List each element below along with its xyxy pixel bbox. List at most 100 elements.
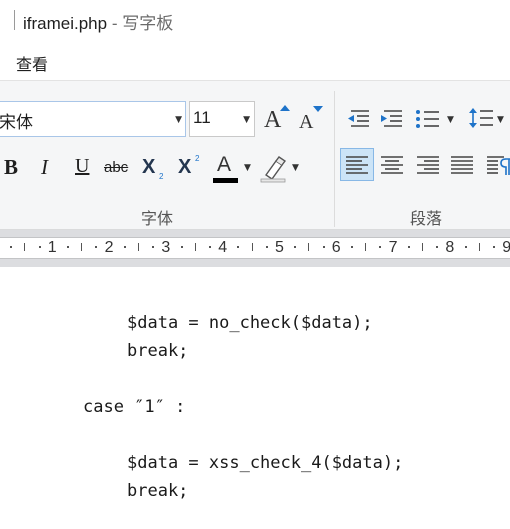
ruler-band — [0, 237, 510, 259]
title-bar: iframei.php - 写字板 — [0, 0, 510, 42]
ruler-tick — [422, 243, 423, 251]
ruler-number: 5 — [275, 239, 284, 256]
ruler-tick — [138, 243, 139, 251]
strikethrough-icon: abc — [104, 159, 129, 176]
superscript-button[interactable]: X2 — [176, 151, 206, 185]
ruler-tick — [81, 243, 83, 251]
decrease-indent-button[interactable] — [345, 108, 371, 130]
underline-icon: U — [75, 155, 90, 177]
shrink-font-icon: A — [299, 111, 314, 133]
subscript-button[interactable]: X2 — [140, 151, 170, 185]
ruler-dot — [294, 246, 297, 248]
group-divider — [334, 91, 335, 227]
code-line: $data = xss_check_4($data); — [127, 453, 404, 473]
ruler-tick — [24, 243, 26, 251]
ruler-dot — [67, 246, 69, 248]
ruler-dot — [322, 246, 325, 248]
ruler-number: 8 — [445, 239, 455, 256]
line-spacing-icon — [469, 108, 493, 128]
file-name: iframei.php — [23, 14, 108, 33]
subscript-icon: X — [142, 156, 156, 178]
decrease-indent-icon — [348, 110, 369, 127]
chevron-down-icon: ▼ — [175, 115, 182, 125]
font-size-value: 11 — [193, 108, 211, 127]
document-area[interactable]: $data = no_check($data); break; case ″1″… — [0, 267, 510, 529]
justify-button[interactable] — [448, 151, 476, 179]
ruler-dot — [180, 246, 183, 248]
shrink-font-button[interactable]: A — [296, 103, 326, 135]
increase-indent-icon — [381, 110, 402, 127]
text-color-icon: A — [217, 153, 232, 176]
ruler-dot — [493, 246, 495, 248]
align-center-icon — [381, 156, 403, 174]
ruler-dot — [464, 246, 467, 248]
text-color-swatch — [213, 178, 238, 183]
paragraph-button[interactable] — [484, 151, 510, 179]
title-separator — [14, 10, 15, 30]
chevron-down-icon: ▼ — [497, 115, 504, 125]
font-group-label: 字体 — [141, 209, 174, 228]
font-name-dropdown[interactable]: 宋体 ▼ — [0, 101, 186, 137]
paragraph-icon — [487, 156, 510, 175]
chevron-down-icon: ▼ — [244, 163, 251, 173]
bold-button[interactable]: B — [2, 151, 28, 185]
align-left-button[interactable] — [340, 148, 374, 181]
ruler-dot — [265, 246, 268, 248]
ruler-dot — [152, 246, 155, 248]
ruler-tick — [194, 243, 196, 251]
arrow-up-icon — [280, 105, 290, 111]
justify-icon — [451, 156, 473, 174]
underline-button[interactable]: U — [70, 151, 96, 185]
ruler-number: 1 — [47, 239, 57, 256]
code-line: case ″1″ : — [83, 397, 186, 417]
window-title: iframei.php - 写字板 — [23, 9, 173, 34]
font-size-dropdown[interactable]: 11 ▼ — [189, 101, 255, 137]
ruler-tick — [308, 243, 310, 251]
ruler-number: 7 — [388, 239, 398, 256]
code-line: break; — [127, 341, 189, 361]
grow-font-icon: A — [264, 107, 282, 133]
italic-button[interactable]: I — [36, 151, 60, 185]
ruler-tick — [478, 243, 480, 251]
paragraph-group-label: 段落 — [410, 209, 443, 228]
ruler-dot — [351, 246, 353, 248]
ruler-tick — [251, 243, 253, 251]
title-separator-text: - — [107, 14, 123, 33]
code-line: $data = no_check($data); — [127, 313, 373, 333]
strikethrough-button[interactable]: abc — [102, 151, 134, 185]
ruler-dot — [38, 246, 41, 248]
ruler-dot — [95, 246, 98, 248]
chevron-down-icon: ▼ — [243, 115, 250, 125]
ruler-number: 6 — [331, 239, 341, 256]
grow-font-button[interactable]: A — [263, 103, 293, 135]
ruler-number: 9 — [502, 239, 510, 256]
ruler-dot — [237, 246, 240, 248]
text-color-button[interactable]: A ▼ — [212, 153, 256, 187]
ruler-tick — [365, 243, 367, 251]
align-right-icon — [417, 156, 439, 174]
app-name: 写字板 — [122, 14, 174, 33]
menu-bar: 查看 — [0, 42, 510, 80]
ruler-dot — [123, 246, 126, 248]
ruler-dot — [436, 246, 439, 248]
ruler-number: 3 — [161, 239, 171, 256]
highlight-button[interactable]: ▼ — [260, 153, 304, 187]
ruler: 1 2 3 4 5 6 7 8 9 — [0, 230, 510, 267]
ribbon: 宋体 ▼ 11 ▼ A A B I U abc X2 X2 A ▼ ▼ 字体 ▼… — [0, 80, 510, 230]
italic-icon: I — [41, 155, 48, 179]
bullet-list-icon — [416, 110, 439, 128]
bullet-list-button[interactable]: ▼ — [414, 108, 458, 132]
increase-indent-button[interactable] — [378, 108, 404, 130]
align-right-button[interactable] — [414, 151, 442, 179]
chevron-down-icon: ▼ — [447, 115, 454, 125]
line-spacing-button[interactable]: ▼ — [468, 106, 510, 132]
align-left-icon — [346, 156, 368, 174]
chevron-down-icon: ▼ — [292, 163, 299, 173]
ruler-dot — [379, 246, 382, 248]
ruler-dot — [407, 246, 410, 248]
bold-icon: B — [4, 155, 19, 179]
arrow-down-icon — [313, 106, 323, 112]
code-line: break; — [127, 481, 189, 501]
align-center-button[interactable] — [378, 151, 406, 179]
menu-view[interactable]: 查看 — [16, 51, 48, 75]
